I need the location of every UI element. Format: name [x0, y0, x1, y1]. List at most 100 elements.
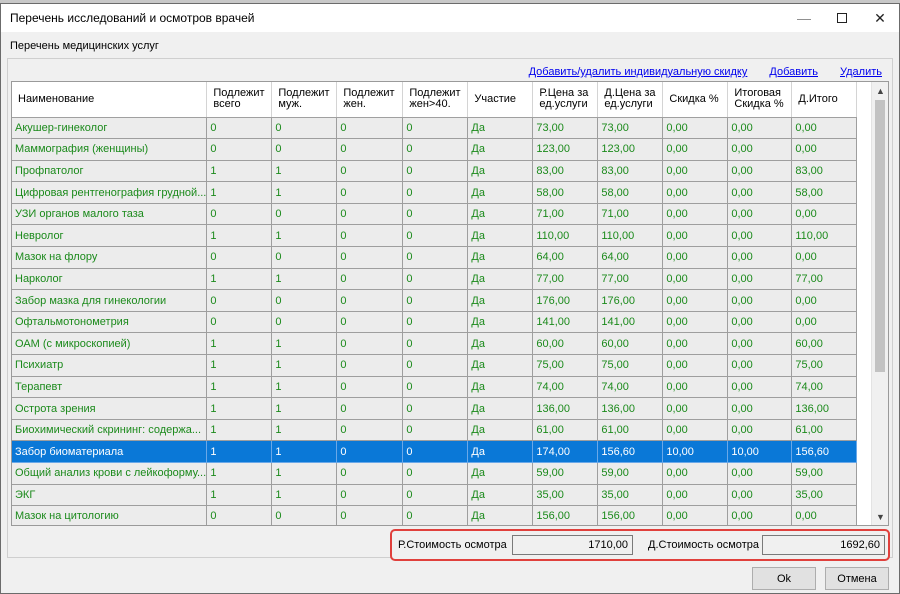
table-cell[interactable]: 0,00	[662, 332, 729, 356]
table-cell[interactable]: Мазок на флору	[12, 246, 208, 269]
table-cell[interactable]: Нарколог	[12, 268, 208, 291]
table-cell[interactable]: Да	[467, 419, 534, 442]
table-cell[interactable]: 1	[271, 181, 338, 204]
table-cell[interactable]: Забор биоматериала	[12, 440, 208, 463]
table-cell[interactable]: 0	[336, 462, 404, 485]
table-cell[interactable]: Да	[467, 268, 534, 291]
table-cell[interactable]: 0	[402, 332, 469, 356]
table-cell[interactable]: 0,00	[791, 203, 858, 226]
table-cell[interactable]: 0	[336, 289, 404, 312]
table-cell[interactable]: Да	[467, 354, 534, 377]
table-cell[interactable]: 0,00	[662, 203, 729, 226]
table-cell[interactable]: 0,00	[662, 138, 729, 161]
table-cell[interactable]: 61,00	[791, 419, 858, 442]
minimize-button[interactable]: —	[785, 4, 823, 32]
table-cell[interactable]: 0,00	[727, 268, 793, 291]
table-cell[interactable]: Да	[467, 397, 534, 420]
column-header[interactable]: Р.Цена за ед.услуги	[532, 82, 599, 118]
table-cell[interactable]: 0	[336, 203, 404, 226]
table-cell[interactable]: 1	[271, 332, 338, 356]
table-cell[interactable]: 73,00	[597, 117, 664, 140]
table-row[interactable]: Маммография (женщины) 0 0 0 0 Да 123,00 123,00 0…	[12, 138, 858, 161]
table-cell[interactable]: 35,00	[532, 484, 599, 507]
table-cell[interactable]: 1	[206, 419, 273, 442]
table-cell[interactable]: 0,00	[727, 484, 793, 507]
table-cell[interactable]: 0	[402, 505, 469, 525]
table-cell[interactable]: 73,00	[532, 117, 599, 140]
table-cell[interactable]: Офтальмотонометрия	[12, 311, 208, 334]
table-cell[interactable]: 0,00	[727, 117, 793, 140]
table-cell[interactable]: 0,00	[662, 224, 729, 248]
table-cell[interactable]: 0	[402, 397, 469, 420]
table-cell[interactable]: 0	[402, 354, 469, 377]
table-cell[interactable]: 0,00	[727, 376, 793, 399]
table-row[interactable]: Профпатолог 1 1 0 0 Да 83,00 83,00 0,00 0,00 83,00	[12, 160, 858, 183]
table-cell[interactable]: 1	[206, 397, 273, 420]
table-cell[interactable]: 0,00	[791, 289, 858, 312]
table-cell[interactable]: Острота зрения	[12, 397, 208, 420]
table-cell[interactable]: 0,00	[791, 138, 858, 161]
table-cell[interactable]: 0	[402, 289, 469, 312]
table-cell[interactable]: 0	[402, 224, 469, 248]
column-header[interactable]: Участие	[467, 82, 534, 118]
table-cell[interactable]: 1	[271, 224, 338, 248]
table-cell[interactable]: 110,00	[532, 224, 599, 248]
table-cell[interactable]: 0,00	[727, 462, 793, 485]
table-cell[interactable]: 1	[206, 181, 273, 204]
table-cell[interactable]: 75,00	[532, 354, 599, 377]
table-cell[interactable]: ЭКГ	[12, 484, 208, 507]
table-cell[interactable]: 1	[206, 224, 273, 248]
table-cell[interactable]: Да	[467, 332, 534, 356]
table-row[interactable]: Невролог 1 1 0 0 Да 110,00 110,00 0,00 0,00 110,00	[12, 224, 858, 248]
table-cell[interactable]: 35,00	[597, 484, 664, 507]
table-cell[interactable]: 136,00	[791, 397, 858, 420]
table-cell[interactable]: 74,00	[597, 376, 664, 399]
table-cell[interactable]: 1	[206, 332, 273, 356]
add-link[interactable]: Добавить	[769, 66, 818, 78]
table-row[interactable]: Острота зрения 1 1 0 0 Да 136,00 136,00 0,00 0,00…	[12, 397, 858, 420]
table-cell[interactable]: 0,00	[791, 246, 858, 269]
table-cell[interactable]: 83,00	[532, 160, 599, 183]
table-cell[interactable]: 71,00	[532, 203, 599, 226]
table-cell[interactable]: 75,00	[597, 354, 664, 377]
table-cell[interactable]: 141,00	[597, 311, 664, 334]
table-cell[interactable]: Профпатолог	[12, 160, 208, 183]
table-cell[interactable]: 1	[206, 354, 273, 377]
table-row[interactable]: Мазок на цитологию 0 0 0 0 Да 156,00 156,00 0,00…	[12, 505, 858, 525]
table-row[interactable]: Терапевт 1 1 0 0 Да 74,00 74,00 0,00 0,00 74,00	[12, 376, 858, 399]
table-cell[interactable]: 0	[402, 376, 469, 399]
table-cell[interactable]: 0,00	[727, 203, 793, 226]
table-cell[interactable]: 83,00	[597, 160, 664, 183]
table-cell[interactable]: 0	[336, 138, 404, 161]
table-cell[interactable]: 0	[336, 246, 404, 269]
table-cell[interactable]: 0	[336, 311, 404, 334]
table-cell[interactable]: Забор мазка для гинекологии	[12, 289, 208, 312]
table-cell[interactable]: 1	[206, 462, 273, 485]
table-cell[interactable]: 0,00	[662, 181, 729, 204]
table-cell[interactable]: 0,00	[662, 462, 729, 485]
column-header[interactable]: Наименование	[12, 82, 208, 118]
table-cell[interactable]: 0	[336, 224, 404, 248]
table-cell[interactable]: 0	[271, 505, 338, 525]
table-cell[interactable]: Да	[467, 181, 534, 204]
table-row[interactable]: Мазок на флору 0 0 0 0 Да 64,00 64,00 0,00 0,00 0,…	[12, 246, 858, 269]
table-cell[interactable]: Да	[467, 289, 534, 312]
cancel-button[interactable]: Отмена	[825, 567, 889, 590]
table-cell[interactable]: 0	[402, 440, 469, 463]
table-cell[interactable]: 58,00	[597, 181, 664, 204]
table-cell[interactable]: Общий анализ крови с лейкоформу...	[12, 462, 208, 485]
table-cell[interactable]: 0	[402, 181, 469, 204]
table-cell[interactable]: 0,00	[662, 246, 729, 269]
table-cell[interactable]: 1	[271, 376, 338, 399]
table-cell[interactable]: 0	[402, 419, 469, 442]
table-cell[interactable]: 0	[206, 246, 273, 269]
maximize-button[interactable]	[823, 4, 861, 32]
table-cell[interactable]: 0,00	[727, 311, 793, 334]
table-cell[interactable]: 1	[271, 419, 338, 442]
table-cell[interactable]: 0	[402, 268, 469, 291]
scroll-down-icon[interactable]: ▼	[872, 508, 888, 525]
table-cell[interactable]: 0,00	[662, 376, 729, 399]
table-cell[interactable]: 77,00	[532, 268, 599, 291]
table-cell[interactable]: 110,00	[597, 224, 664, 248]
table-cell[interactable]: 0	[336, 440, 404, 463]
